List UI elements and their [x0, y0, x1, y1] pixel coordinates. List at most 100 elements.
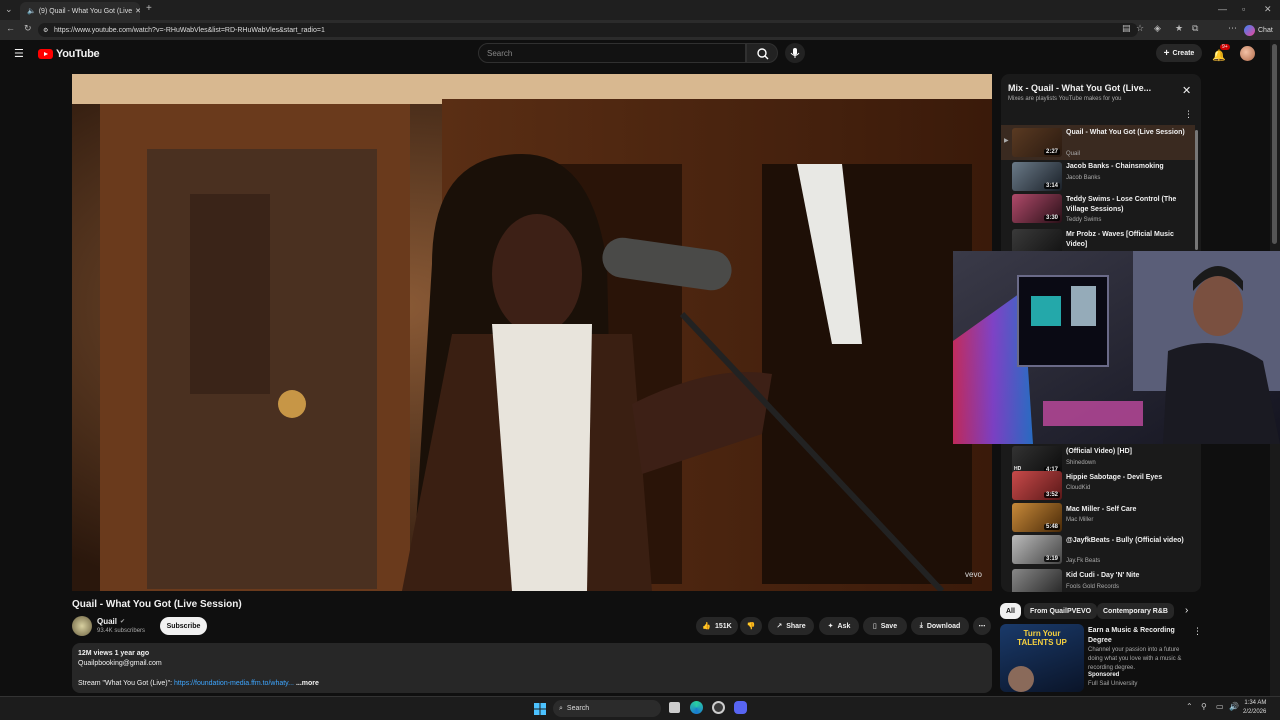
clock[interactable]: 1:34 AM 2/2/2026	[1243, 699, 1266, 717]
create-label: Create	[1172, 49, 1195, 57]
browser-tab[interactable]: 🔈 (9) Quail - What You Got (Live ✕	[20, 2, 140, 20]
menu-icon[interactable]: ☰	[14, 47, 24, 60]
playlist-item-channel: Jay.Fk Beats	[1066, 558, 1101, 564]
share-button[interactable]: ↗ Share	[768, 617, 814, 635]
playlist-thumbnail: 3:52	[1012, 471, 1062, 500]
stream-link[interactable]: https://foundation-media.ffm.to/whaty...	[174, 680, 294, 687]
tray-chevron-icon[interactable]: ⌃	[1186, 702, 1193, 711]
maximize-icon[interactable]: ▫	[1242, 4, 1245, 14]
thumbs-down-icon: 👎	[746, 623, 756, 630]
notifications-button[interactable]: 🔔 9+	[1212, 44, 1230, 64]
playlist-thumbnail: 2:27	[1012, 128, 1062, 157]
create-button[interactable]: + Create	[1156, 44, 1202, 62]
voice-search-button[interactable]	[785, 43, 805, 63]
copilot-chat-button[interactable]: Chat	[1244, 22, 1273, 38]
favorite-star-icon[interactable]: ☆	[1136, 23, 1144, 34]
save-button[interactable]: ▯ Save	[863, 617, 907, 635]
channel-name[interactable]: Quail	[97, 617, 117, 626]
collections-icon[interactable]: ⧉	[1192, 23, 1198, 34]
sparkle-icon: ✦	[827, 623, 834, 630]
url-field[interactable]: ⚙ https://www.youtube.com/watch?v=-RHuWa…	[38, 23, 1138, 37]
ask-button[interactable]: ✦ Ask	[819, 617, 859, 635]
taskbar-search[interactable]: ⌕ Search	[553, 700, 661, 717]
read-mode-icon[interactable]: ▤	[1122, 23, 1131, 34]
discord-icon[interactable]	[734, 701, 747, 714]
extensions-icon[interactable]: ◈	[1154, 23, 1161, 34]
chip-all[interactable]: All	[1000, 603, 1021, 619]
minimize-icon[interactable]: —	[1218, 4, 1227, 14]
close-tab-icon[interactable]: ✕	[135, 7, 140, 15]
youtube-logo[interactable]: YouTube	[38, 48, 100, 60]
playlist-item-title: Mac Miller - Self Care	[1066, 506, 1137, 513]
playlist-item[interactable]: 3:14 Jacob Banks - Chainsmoking Jacob Ba…	[1001, 161, 1195, 193]
description-box[interactable]: 12M views 1 year ago Quailpbooking@gmail…	[72, 643, 992, 693]
close-window-icon[interactable]: ✕	[1264, 4, 1272, 15]
chevron-right-icon[interactable]: ›	[1185, 605, 1188, 616]
search-button[interactable]	[746, 43, 778, 63]
stream-prefix: Stream "What You Got (Live)":	[78, 680, 175, 687]
chip-contemporary-rnb[interactable]: Contemporary R&B	[1097, 603, 1174, 619]
task-view-icon[interactable]	[669, 702, 680, 713]
logo-text: YouTube	[56, 48, 100, 60]
favorites-icon[interactable]: ★	[1175, 23, 1183, 34]
playlist-item[interactable]: 3:52 Hippie Sabotage - Devil Eyes CloudK…	[1001, 470, 1195, 502]
windows-start-icon[interactable]	[534, 702, 546, 715]
bookmark-icon: ▯	[872, 623, 877, 630]
video-player[interactable]: vevo	[72, 74, 992, 591]
duration-badge: 3:52	[1043, 492, 1060, 498]
duration-badge: 3:14	[1043, 183, 1060, 189]
channel-avatar[interactable]	[72, 616, 92, 636]
search-icon	[757, 48, 769, 60]
chip-from-channel[interactable]: From QuailPVEVO	[1024, 603, 1098, 619]
playlist-item[interactable]: Kid Cudi - Day 'N' Nite Fools Gold Recor…	[1001, 568, 1195, 592]
duration-badge: 3:19	[1043, 556, 1060, 562]
close-playlist-icon[interactable]: ✕	[1182, 84, 1191, 97]
copilot-icon	[1244, 24, 1255, 36]
microphone-icon	[790, 48, 800, 58]
channel-name-row[interactable]: Quail ✔	[97, 617, 125, 626]
reload-icon[interactable]: ↻	[24, 23, 32, 34]
edge-browser-icon[interactable]	[690, 701, 703, 714]
url-text: https://www.youtube.com/watch?v=-RHuWabV…	[54, 26, 325, 34]
taskbar-search-label: Search	[566, 705, 590, 712]
new-tab-icon[interactable]: +	[146, 3, 152, 14]
save-label: Save	[880, 622, 898, 630]
playlist-item-current[interactable]: ▶ 2:27 Quail - What You Got (Live Sessio…	[1001, 125, 1195, 160]
account-avatar[interactable]	[1240, 46, 1255, 61]
playlist-item-title: Teddy Swims - Lose Control (The Village …	[1066, 196, 1177, 213]
subscribe-button[interactable]: Subscribe	[160, 617, 207, 635]
more-actions-button[interactable]: ⋯	[973, 617, 991, 635]
scrollbar-thumb[interactable]	[1272, 44, 1277, 244]
youtube-logo-icon	[38, 49, 53, 59]
playlist-more-icon[interactable]: ⋮	[1184, 109, 1193, 120]
site-info-icon[interactable]: ⚙	[43, 27, 48, 34]
tab-list-icon[interactable]: ⌄	[5, 4, 13, 15]
playlist-item[interactable]: 3:30 Teddy Swims - Lose Control (The Vil…	[1001, 193, 1195, 225]
bell-icon: 🔔	[1212, 50, 1226, 62]
network-icon[interactable]: ▭	[1216, 702, 1224, 711]
ad-title[interactable]: Earn a Music & Recording Degree	[1088, 626, 1188, 646]
show-more-link[interactable]: ...more	[296, 680, 319, 687]
webcam-feed	[953, 251, 1280, 444]
vevo-watermark: vevo	[965, 570, 982, 579]
playlist-item-channel: Shinedown	[1066, 460, 1096, 466]
obs-icon[interactable]	[712, 701, 725, 714]
volume-icon[interactable]: 🔊	[1229, 702, 1239, 711]
download-button[interactable]: ⤓ Download	[911, 617, 969, 635]
booking-email: Quailpbooking@gmail.com	[78, 660, 162, 667]
clock-time: 1:34 AM	[1244, 700, 1267, 706]
like-button[interactable]: 👍 151K	[696, 617, 738, 635]
more-horizontal-icon: ⋯	[978, 623, 986, 630]
search-input[interactable]: Search	[478, 43, 746, 63]
playlist-item-title: (Official Video) [HD]	[1066, 448, 1132, 455]
more-options-icon[interactable]: ⋯	[1228, 23, 1237, 34]
ad-more-icon[interactable]: ⋮	[1193, 626, 1202, 637]
playlist-item[interactable]: 5:48 Mac Miller - Self Care Mac Miller	[1001, 502, 1195, 534]
back-icon[interactable]: ←	[6, 23, 15, 33]
dislike-button[interactable]: 👎	[740, 617, 762, 635]
playlist-scrollbar[interactable]	[1195, 130, 1198, 250]
playlist-item-channel: Quail	[1066, 151, 1081, 157]
verified-icon: ✔	[120, 619, 126, 625]
ad-thumbnail[interactable]: Turn Your TALENTS UP	[1000, 624, 1084, 692]
playlist-item[interactable]: 3:19 @JayfkBeats - Bully (Official video…	[1001, 534, 1195, 566]
